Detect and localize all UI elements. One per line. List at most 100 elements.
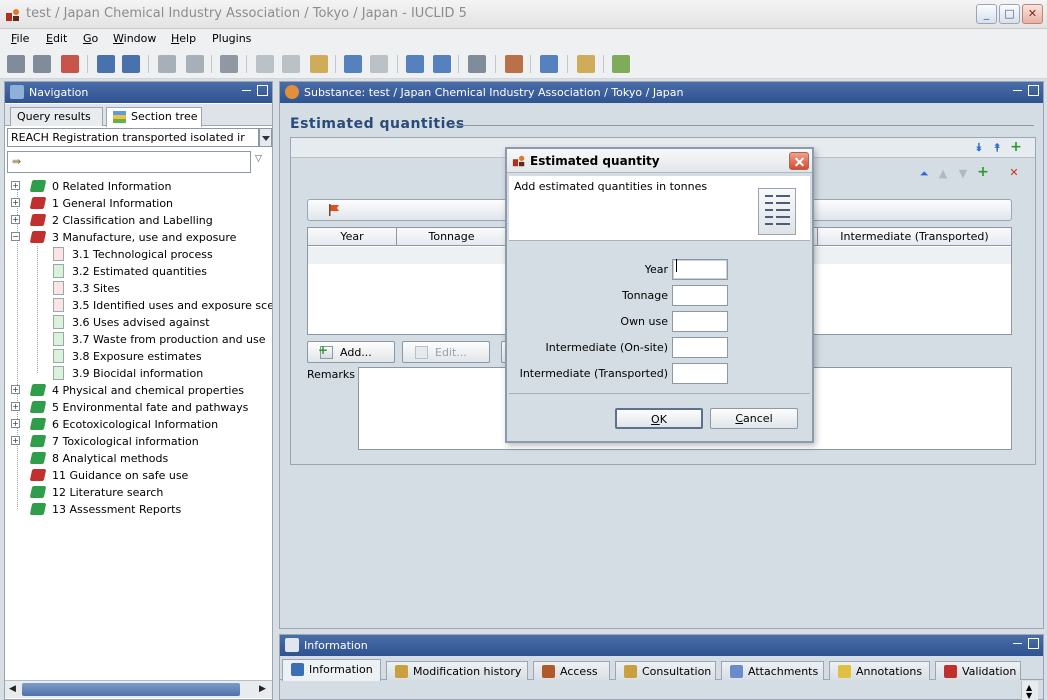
copy-icon[interactable] <box>282 55 300 73</box>
filter-dropdown-icon[interactable]: ▽ <box>255 154 262 164</box>
move-up-icon[interactable]: ▲ <box>937 168 949 180</box>
tonnage-input[interactable] <box>672 285 728 306</box>
validation-icon[interactable] <box>540 55 558 73</box>
view-icon[interactable] <box>468 55 486 73</box>
tree-item[interactable]: 12 Literature search <box>11 484 272 501</box>
menu-go[interactable]: Go <box>83 32 98 45</box>
collapse-all-icon[interactable]: ⯭ <box>991 142 1003 154</box>
menu-window[interactable]: Window <box>113 32 156 45</box>
add-button[interactable]: + Add... <box>307 341 395 363</box>
column-header-tonnage[interactable]: Tonnage <box>397 228 507 246</box>
window-titlebar[interactable]: test / Japan Chemical Industry Associati… <box>0 0 1047 29</box>
home-icon[interactable] <box>61 55 79 73</box>
column-header-intermediate-transported[interactable]: Intermediate (Transported) <box>817 228 1011 246</box>
scrollbar-thumb[interactable] <box>22 683 240 696</box>
expand-node-icon[interactable]: + <box>11 436 20 445</box>
maximize-panel-icon[interactable] <box>257 85 268 96</box>
expand-node-icon[interactable]: + <box>11 181 20 190</box>
column-header-year[interactable]: Year <box>308 228 397 246</box>
tree-item[interactable]: +7 Toxicological information <box>11 433 272 450</box>
tab-modification-history[interactable]: Modification history <box>386 661 528 680</box>
scroll-left-icon[interactable]: ◀ <box>9 684 16 694</box>
tree-item[interactable]: 3.5 Identified uses and exposure scer <box>11 297 272 314</box>
tab-access[interactable]: Access <box>533 661 610 680</box>
back-arrow-icon[interactable] <box>7 55 25 73</box>
minimize-panel-icon[interactable] <box>1012 85 1023 96</box>
minimize-panel-icon[interactable] <box>241 85 252 96</box>
scroll-down-icon[interactable]: ▼ <box>1026 691 1032 700</box>
expand-node-icon[interactable]: + <box>11 215 20 224</box>
cancel-button[interactable]: Cancel <box>710 408 798 429</box>
close-window-button[interactable]: ✕ <box>1022 4 1043 24</box>
tree-item[interactable]: +4 Physical and chemical properties <box>11 382 272 399</box>
intermediate-transported-input[interactable] <box>672 363 728 384</box>
tree-filter-input[interactable]: ⇛ <box>7 151 251 173</box>
tree-item[interactable]: +6 Ecotoxicological Information <box>11 416 272 433</box>
menu-file[interactable]: File <box>11 32 29 45</box>
cut-icon[interactable] <box>256 55 274 73</box>
add-record-icon[interactable]: + <box>977 165 989 179</box>
plugin-icon[interactable] <box>505 55 523 73</box>
submission-type-dropdown-button[interactable] <box>259 128 272 147</box>
forward-arrow-icon[interactable] <box>33 55 51 73</box>
tree-item[interactable]: 8 Analytical methods <box>11 450 272 467</box>
expand-all-icon[interactable]: ⯯ <box>973 142 985 154</box>
tree-item[interactable]: +1 General Information <box>11 195 272 212</box>
save-icon[interactable] <box>97 55 115 73</box>
year-input[interactable] <box>672 259 728 280</box>
tree-item[interactable]: 3.2 Estimated quantities <box>11 263 272 280</box>
undo-icon[interactable] <box>344 55 362 73</box>
expand-node-icon[interactable]: + <box>11 385 20 394</box>
notes-icon[interactable] <box>577 55 595 73</box>
move-top-icon[interactable]: ⏶ <box>918 168 930 180</box>
report-icon[interactable] <box>406 55 424 73</box>
minimize-button[interactable]: _ <box>976 4 997 24</box>
tree-item[interactable]: − 3 Manufacture, use and exposure <box>11 229 272 246</box>
intermediate-onsite-input[interactable] <box>672 337 728 358</box>
tab-consultation[interactable]: Consultation <box>615 661 716 680</box>
horizontal-scrollbar[interactable]: ◀ ▶ <box>5 680 272 698</box>
edit-button[interactable]: Edit... <box>402 341 490 363</box>
help-icon[interactable] <box>433 55 451 73</box>
menu-help[interactable]: Help <box>171 32 196 45</box>
move-down-icon[interactable]: ▼ <box>957 168 969 180</box>
paste-icon[interactable] <box>310 55 328 73</box>
add-block-icon[interactable]: + <box>1010 140 1022 154</box>
collapse-node-icon[interactable]: − <box>11 232 20 241</box>
tree-item[interactable]: +5 Environmental fate and pathways <box>11 399 272 416</box>
vertical-scrollbar[interactable]: ▲ ▼ <box>1021 681 1038 700</box>
tree-item[interactable]: +2 Classification and Labelling <box>11 212 272 229</box>
tree-item[interactable]: 3.8 Exposure estimates <box>11 348 272 365</box>
expand-node-icon[interactable]: + <box>11 402 20 411</box>
maximize-button[interactable]: □ <box>999 4 1020 24</box>
print-icon[interactable] <box>220 55 238 73</box>
tab-attachments[interactable]: Attachments <box>721 661 824 680</box>
delete-record-icon[interactable]: ✕ <box>1008 167 1020 179</box>
tab-section-tree[interactable]: Section tree <box>106 107 202 127</box>
tab-information[interactable]: Information <box>282 659 381 681</box>
dialog-titlebar[interactable]: Estimated quantity <box>507 149 812 173</box>
tab-validation[interactable]: Validation <box>935 661 1021 680</box>
ok-button[interactable]: OK <box>615 408 703 429</box>
tree-item[interactable]: 11 Guidance on safe use <box>11 467 272 484</box>
tab-query-results[interactable]: Query results <box>10 107 103 126</box>
menu-edit[interactable]: Edit <box>46 32 67 45</box>
print-preview-icon[interactable] <box>186 55 204 73</box>
tree-item[interactable]: 3.6 Uses advised against <box>11 314 272 331</box>
save-all-icon[interactable] <box>122 55 140 73</box>
submission-type-select[interactable]: REACH Registration transported isolated … <box>7 128 259 147</box>
redo-icon[interactable] <box>370 55 388 73</box>
tree-item[interactable]: 3.1 Technological process <box>11 246 272 263</box>
dialog-close-button[interactable] <box>789 152 809 170</box>
menu-plugins[interactable]: Plugins <box>212 32 251 45</box>
edit-icon[interactable] <box>158 55 176 73</box>
expand-node-icon[interactable]: + <box>11 419 20 428</box>
tree-item[interactable]: +0 Related Information <box>11 178 272 195</box>
scroll-right-icon[interactable]: ▶ <box>259 684 266 694</box>
minimize-panel-icon[interactable] <box>1012 638 1023 649</box>
own-use-input[interactable] <box>672 311 728 332</box>
tree-item[interactable]: 13 Assessment Reports <box>11 501 272 518</box>
tab-annotations[interactable]: Annotations <box>829 661 930 680</box>
tree-item[interactable]: 3.7 Waste from production and use <box>11 331 272 348</box>
maximize-panel-icon[interactable] <box>1028 638 1039 649</box>
